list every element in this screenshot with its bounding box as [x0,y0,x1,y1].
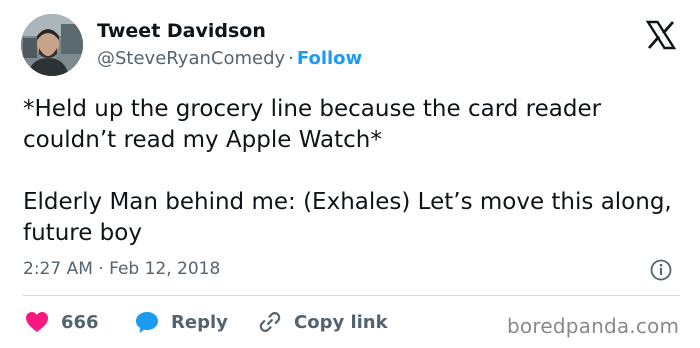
follow-button[interactable]: Follow [297,48,362,69]
tweet-time: 2:27 AM [23,259,93,279]
tweet-text: *Held up the grocery line because the ca… [23,94,683,249]
handle-separator: · [288,48,294,69]
timestamp-separator: · [98,259,104,279]
author-handle[interactable]: @SteveRyanComedy [97,48,285,69]
tweet-timestamp[interactable]: 2:27 AM · Feb 12, 2018 [23,259,220,279]
x-logo-icon[interactable] [646,20,676,50]
avatar[interactable] [21,14,83,76]
like-count: 666 [61,311,99,333]
speech-bubble-icon [136,311,158,333]
tweet-paragraph: *Held up the grocery line because the ca… [23,96,609,153]
heart-icon [26,312,48,332]
reply-label: Reply [171,311,228,333]
copy-link-label: Copy link [294,311,388,333]
link-icon [259,312,281,332]
watermark: boredpanda.com [507,314,680,338]
copy-link-button[interactable]: Copy link [258,308,388,336]
author-name[interactable]: Tweet Davidson [97,20,266,42]
tweet-paragraph: Elderly Man behind me: (Exhales) Let’s m… [23,189,680,246]
divider [23,295,680,296]
tweet-card: Tweet Davidson @SteveRyanComedy · Follow *… [0,0,700,348]
info-icon[interactable] [650,259,672,281]
reply-button[interactable]: Reply [135,308,228,336]
author-handle-row: @SteveRyanComedy · Follow [97,48,362,69]
like-button[interactable]: 666 [25,308,99,336]
tweet-date: Feb 12, 2018 [109,259,221,279]
